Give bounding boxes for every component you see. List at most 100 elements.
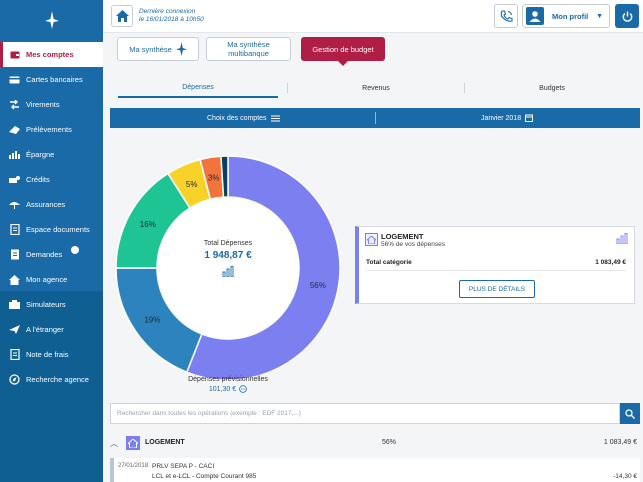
sidebar-item-assurances[interactable]: Assurances xyxy=(0,192,103,217)
profile-menu[interactable]: Mon profil ▼ xyxy=(522,4,610,28)
logout-button[interactable] xyxy=(615,4,639,28)
more-details-button[interactable]: PLUS DE DÉTAILS xyxy=(459,280,535,298)
lcl-logo[interactable] xyxy=(0,0,103,40)
home-icon xyxy=(115,10,129,22)
donut-slice-label-2: 16% xyxy=(140,220,156,229)
donut-slice-label-1: 19% xyxy=(144,315,160,324)
tab-gestion-de-budget[interactable]: Gestion de budget xyxy=(301,37,385,66)
subtab-revenus[interactable]: Revenus xyxy=(296,78,456,98)
sidebar-item-label: Demandes xyxy=(26,250,63,259)
tab-ma-synthese-multibanque[interactable]: Ma synthèse multibanque xyxy=(206,37,291,61)
category-amount: 1 083,49 € xyxy=(603,439,637,446)
last-connection: Dernière connexion le 16/01/2018 à 10h50 xyxy=(139,8,204,24)
sidebar-item-label: Espace documents xyxy=(26,225,90,234)
sidebar-item-epargne[interactable]: Épargne xyxy=(0,142,103,167)
sidebar-tools: Simulateurs A l'étranger Note de frais R… xyxy=(0,291,103,482)
tab-ma-synthese[interactable]: Ma synthèse xyxy=(117,37,199,61)
donut-slice-label-3: 5% xyxy=(186,180,198,189)
sidebar-item-prelevements[interactable]: Prélèvements xyxy=(0,117,103,142)
sidebar-item-label: Prélèvements xyxy=(26,125,72,134)
subtab-label: Dépenses xyxy=(182,83,214,91)
header: Dernière connexion le 16/01/2018 à 10h50… xyxy=(103,0,643,33)
category-title: LOGEMENT xyxy=(381,232,424,241)
phone-button[interactable] xyxy=(494,4,518,28)
more-options-icon[interactable] xyxy=(239,385,247,393)
sidebar-item-label: Crédits xyxy=(26,175,50,184)
sidebar-item-mon-agence[interactable]: Mon agence xyxy=(0,267,103,292)
operation-account: LCL et e-LCL - Compte Courant 985 xyxy=(152,473,257,480)
category-share: 56% de vos dépenses xyxy=(381,241,445,248)
operation-label: PRLV SEPA P - CACI xyxy=(152,463,215,470)
chevron-up-icon[interactable]: ︿ xyxy=(110,438,118,449)
sidebar-item-label: Cartes bancaires xyxy=(26,75,83,84)
subtab-budgets[interactable]: Budgets xyxy=(472,78,632,98)
period-filter[interactable]: Janvier 2018 xyxy=(481,108,534,128)
sidebar-item-note-de-frais[interactable]: Note de frais xyxy=(0,342,103,367)
divider xyxy=(375,112,376,124)
card-icon xyxy=(9,74,20,85)
divider xyxy=(366,270,626,271)
total-title: Total Dépenses xyxy=(203,240,253,247)
sidebar-item-cartes-bancaires[interactable]: Cartes bancaires xyxy=(0,67,103,92)
sidebar-item-credits[interactable]: Crédits xyxy=(0,167,103,192)
star-icon xyxy=(175,42,187,56)
list-icon xyxy=(270,115,280,121)
sidebar-item-recherche-agence[interactable]: Recherche agence xyxy=(0,367,103,392)
star-logo-icon xyxy=(44,11,59,29)
donut-slice-label-4: 3% xyxy=(208,174,220,183)
total-category-value: 1 083,49 € xyxy=(595,259,626,266)
tab-label-line1: Ma synthèse xyxy=(227,40,270,49)
budget-subtabs: Dépenses Revenus Budgets xyxy=(110,78,640,98)
sidebar-item-label: A l'étranger xyxy=(26,325,64,334)
total-category-label: Total catégorie xyxy=(366,259,412,266)
sidebar-item-a-l-etranger[interactable]: A l'étranger xyxy=(0,317,103,342)
forecast: Dépenses prévisionnelles 101,30 € xyxy=(168,376,288,393)
category-percent: 56% xyxy=(382,439,397,446)
sidebar-item-espace-documents[interactable]: Espace documents xyxy=(0,217,103,242)
calendar-icon xyxy=(525,114,534,122)
home-button[interactable] xyxy=(111,5,133,27)
search-icon xyxy=(625,408,635,419)
category-row[interactable]: ︿ LOGEMENT 56% 1 083,49 € xyxy=(110,432,640,454)
tab-label: Ma synthèse xyxy=(129,44,172,54)
sidebar-nav: Mes comptes Cartes bancaires Virements P… xyxy=(0,42,103,292)
donut-slice-label-0: 56% xyxy=(310,281,326,290)
sidebar-item-demandes[interactable]: Demandes xyxy=(0,242,103,267)
notification-badge xyxy=(71,245,80,254)
sidebar-item-virements[interactable]: Virements xyxy=(0,92,103,117)
phone-icon xyxy=(500,9,513,22)
period-filter-label: Janvier 2018 xyxy=(481,114,522,122)
savings-icon xyxy=(9,149,20,160)
bar-chart-icon[interactable] xyxy=(616,233,628,246)
operation-row[interactable]: 27/01/2018 PRLV SEPA P - CACI LCL et e-L… xyxy=(110,458,640,482)
credit-icon xyxy=(9,174,20,185)
sidebar-item-simulateurs[interactable]: Simulateurs xyxy=(0,292,103,317)
sidebar-item-label: Note de frais xyxy=(26,350,69,359)
search-placeholder: Rechercher dans toutes les opérations (e… xyxy=(117,410,301,417)
divider xyxy=(287,83,288,93)
last-connection-label: Dernière connexion xyxy=(139,8,196,15)
user-icon xyxy=(529,11,541,22)
sidebar-item-label: Mes comptes xyxy=(26,50,74,59)
last-connection-date: le 16/01/2018 à 10h50 xyxy=(139,16,204,23)
divider xyxy=(464,83,465,93)
documents-icon xyxy=(9,224,20,235)
agency-icon xyxy=(9,274,20,285)
search-button[interactable] xyxy=(620,403,640,424)
bar-chart-icon[interactable] xyxy=(178,266,278,277)
operation-amount: -14,30 € xyxy=(613,473,637,480)
sidebar-item-label: Simulateurs xyxy=(26,300,66,309)
insurance-icon xyxy=(9,199,20,210)
forecast-label: Dépenses prévisionnelles xyxy=(188,376,268,383)
subtab-depenses[interactable]: Dépenses xyxy=(118,78,278,98)
total-value: 1 948,87 € xyxy=(204,250,252,261)
search-input[interactable]: Rechercher dans toutes les opérations (e… xyxy=(110,403,620,424)
sidebar-item-mes-comptes[interactable]: Mes comptes xyxy=(0,42,103,67)
sidebar-item-label: Épargne xyxy=(26,150,55,159)
search-agency-icon xyxy=(9,374,20,385)
subtab-label: Revenus xyxy=(362,84,390,92)
subtab-label: Budgets xyxy=(539,84,565,92)
house-icon xyxy=(365,233,378,246)
accounts-filter[interactable]: Choix des comptes xyxy=(207,108,280,128)
sidebar: Mes comptes Cartes bancaires Virements P… xyxy=(0,0,103,482)
